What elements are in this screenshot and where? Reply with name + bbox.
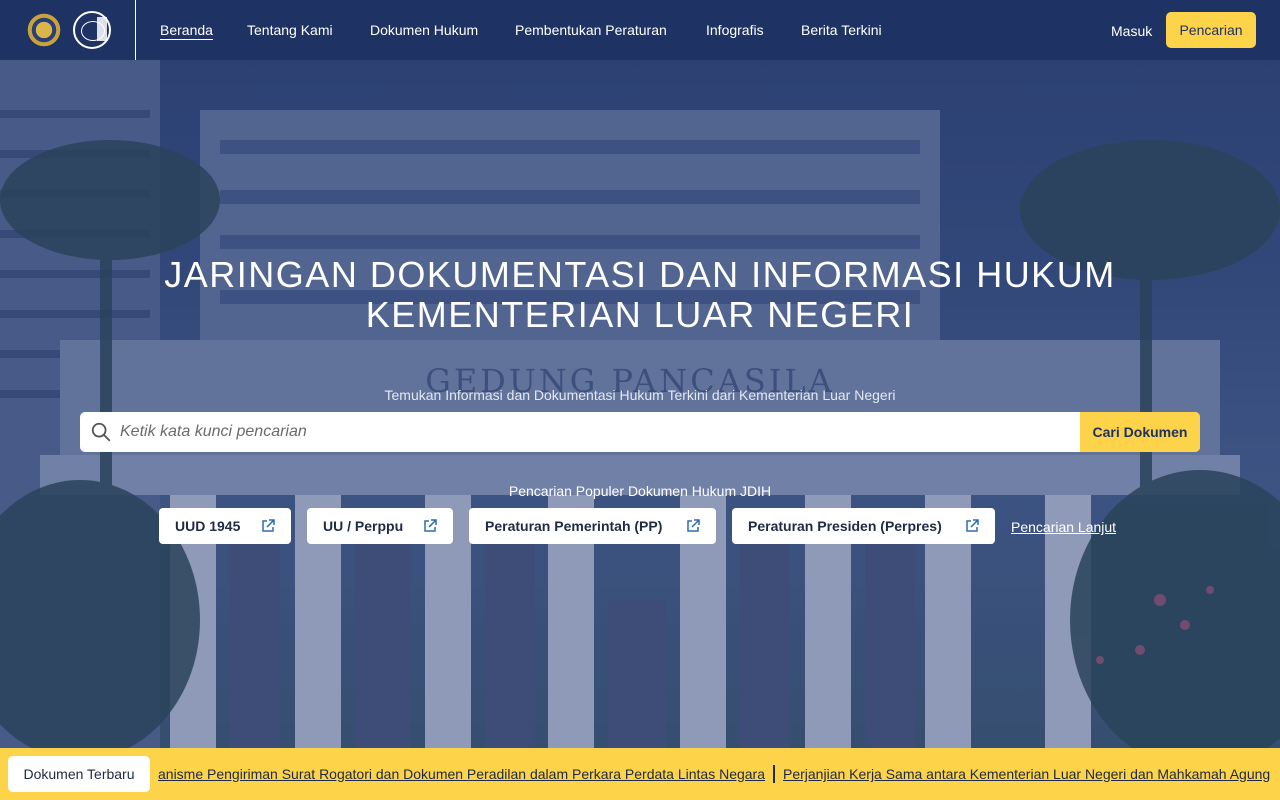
popular-search-label: Pencarian Populer Dokumen Hukum JDIH	[508, 483, 772, 499]
nav-dokumen-hukum[interactable]: Dokumen Hukum	[370, 22, 478, 38]
popular-chip-peraturan-pemerintah[interactable]: Peraturan Pemerintah (PP)	[469, 508, 716, 544]
login-link[interactable]: Masuk	[1111, 23, 1152, 39]
chip-label: Peraturan Presiden (Perpres)	[748, 518, 942, 534]
search-input[interactable]	[120, 412, 1070, 452]
nav-infografis[interactable]: Infografis	[706, 22, 764, 38]
external-link-icon	[262, 519, 275, 532]
popular-chip-peraturan-presiden[interactable]: Peraturan Presiden (Perpres)	[732, 508, 995, 544]
ticker-item[interactable]: Perjanjian Kerja Sama antara Kementerian…	[775, 766, 1278, 782]
nav-beranda[interactable]: Beranda	[160, 22, 213, 38]
popular-chip-uud-1945[interactable]: UUD 1945	[159, 508, 291, 544]
search-icon	[91, 422, 111, 442]
ticker-item[interactable]: anisme Pengiriman Surat Rogatori dan Dok…	[158, 766, 773, 782]
page-title-line2: KEMENTERIAN LUAR NEGERI	[365, 294, 915, 335]
page-title-line1: JARINGAN DOKUMENTASI DAN INFORMASI HUKUM	[164, 254, 1116, 295]
chip-label: UUD 1945	[175, 518, 241, 534]
search-documents-button[interactable]: Cari Dokumen	[1080, 412, 1200, 452]
kemlu-emblem-logo[interactable]	[25, 11, 63, 49]
ticker-track: anisme Pengiriman Surat Rogatori dan Dok…	[158, 748, 1278, 800]
chip-label: UU / Perppu	[323, 518, 404, 534]
nav-tentang-kami[interactable]: Tentang Kami	[247, 22, 333, 38]
jdih-logo[interactable]	[73, 11, 111, 49]
ticker-badge: Dokumen Terbaru	[8, 756, 150, 792]
latest-documents-ticker: Dokumen Terbaru anisme Pengiriman Surat …	[0, 748, 1280, 800]
nav-berita-terkini[interactable]: Berita Terkini	[801, 22, 882, 38]
hero-subtitle: Temukan Informasi dan Dokumentasi Hukum …	[384, 387, 896, 403]
top-navbar: Beranda Tentang Kami Dokumen Hukum Pembe…	[0, 0, 1280, 60]
advanced-search-link[interactable]: Pencarian Lanjut	[1011, 519, 1116, 535]
chip-label: Peraturan Pemerintah (PP)	[485, 518, 663, 534]
popular-chip-uu-perppu[interactable]: UU / Perppu	[307, 508, 453, 544]
header-divider	[135, 0, 136, 60]
header-search-button[interactable]: Pencarian	[1166, 12, 1256, 48]
external-link-icon	[966, 519, 979, 532]
search-bar: Cari Dokumen	[80, 412, 1200, 452]
page-title: JARINGAN DOKUMENTASI DAN INFORMASI HUKUM…	[0, 255, 1280, 335]
external-link-icon	[687, 519, 700, 532]
external-link-icon	[424, 519, 437, 532]
nav-pembentukan-peraturan[interactable]: Pembentukan Peraturan	[515, 22, 667, 38]
